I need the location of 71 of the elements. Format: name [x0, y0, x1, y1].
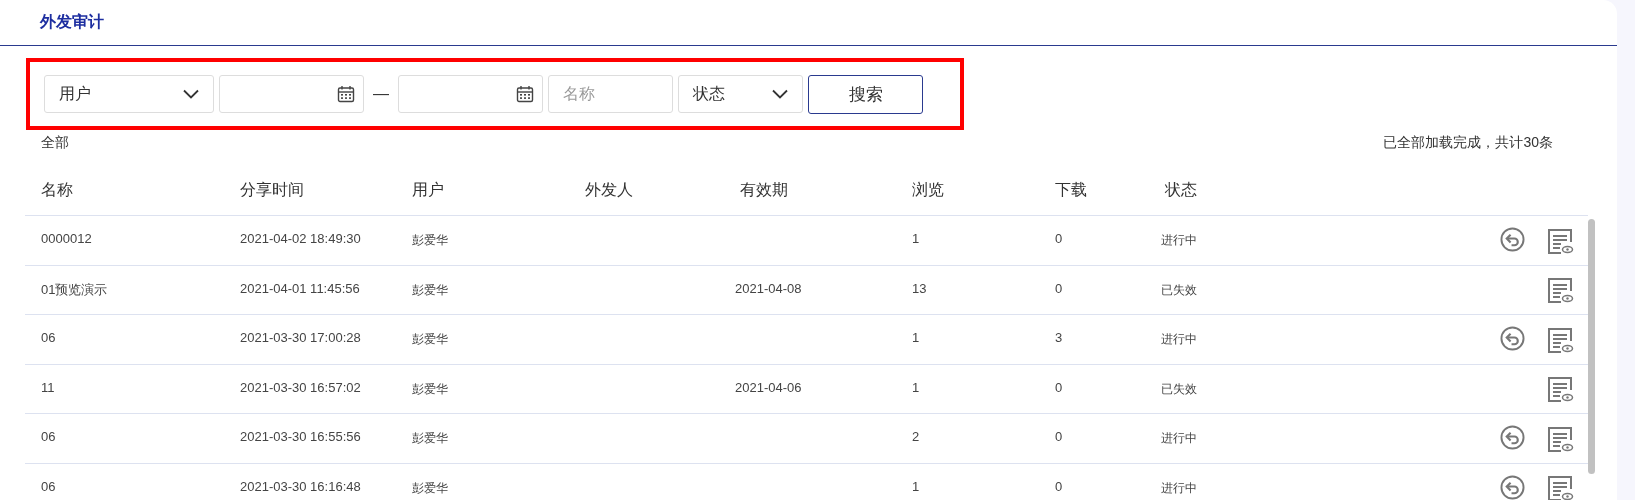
table-cell: 06 — [41, 429, 56, 444]
end-date-field[interactable] — [398, 75, 543, 113]
chevron-down-icon — [183, 89, 199, 99]
table-cell: 彭爱华 — [412, 232, 448, 249]
document-view-icon[interactable] — [1547, 276, 1574, 304]
table-cell: 2021-04-01 11:45:56 — [240, 280, 360, 296]
table-cell: 已失效 — [1161, 380, 1197, 398]
table-cell: 2021-03-30 16:55:56 — [240, 429, 361, 444]
start-date-field[interactable] — [219, 75, 364, 113]
page-title: 外发审计 — [40, 12, 104, 32]
document-view-icon[interactable] — [1547, 425, 1574, 453]
document-view-icon[interactable] — [1547, 375, 1574, 403]
table-cell: 1 — [912, 379, 920, 395]
status-dropdown[interactable]: 状态 — [678, 75, 803, 113]
table-cell: 已失效 — [1161, 281, 1197, 299]
table-cell: 2021-04-08 — [735, 280, 802, 296]
table-cell: 2021-04-02 18:49:30 — [240, 231, 361, 246]
document-view-icon[interactable] — [1547, 227, 1574, 255]
table-cell: 彭爱华 — [412, 430, 448, 447]
table-cell: 2021-04-06 — [735, 379, 802, 395]
table-cell: 2021-03-30 16:16:48 — [240, 478, 361, 494]
undo-icon[interactable] — [1500, 326, 1525, 351]
date-separator: — — [373, 85, 389, 103]
table-cell: 2 — [912, 429, 920, 444]
table-cell: 01预览演示 — [41, 280, 108, 299]
column-header: 分享时间 — [240, 180, 304, 200]
table-cell: 0 — [1055, 231, 1063, 246]
table-cell: 3 — [1055, 330, 1063, 345]
undo-icon[interactable] — [1500, 425, 1525, 450]
scrollbar[interactable] — [1588, 219, 1595, 474]
column-header: 用户 — [412, 180, 444, 200]
table-cell: 彭爱华 — [412, 281, 448, 299]
column-header: 名称 — [41, 180, 73, 200]
chevron-down-icon — [772, 89, 788, 99]
table-cell: 0 — [1055, 478, 1063, 494]
user-dropdown[interactable]: 用户 — [44, 75, 214, 113]
calendar-icon[interactable] — [337, 85, 355, 103]
column-header: 下载 — [1055, 180, 1087, 200]
table-cell: 进行中 — [1161, 430, 1197, 447]
table-cell: 0 — [1055, 429, 1063, 444]
table-cell: 彭爱华 — [412, 380, 448, 398]
table-cell: 进行中 — [1161, 232, 1197, 249]
table-cell: 彭爱华 — [412, 479, 448, 497]
table-cell: 1 — [912, 478, 920, 494]
column-header: 有效期 — [740, 180, 788, 200]
undo-icon[interactable] — [1500, 474, 1525, 500]
column-header: 状态 — [1165, 180, 1197, 200]
table-cell: 06 — [41, 330, 56, 345]
search-button[interactable]: 搜索 — [808, 74, 923, 114]
table-cell: 11 — [41, 379, 55, 395]
table-cell: 2021-03-30 17:00:28 — [240, 330, 361, 345]
calendar-icon[interactable] — [516, 85, 534, 103]
document-view-icon[interactable] — [1547, 326, 1574, 354]
undo-icon[interactable] — [1500, 227, 1525, 252]
scope-label: 全部 — [41, 134, 69, 152]
table-cell: 0000012 — [41, 231, 92, 246]
table-cell: 进行中 — [1161, 331, 1197, 348]
load-status: 已全部加载完成，共计30条 — [1383, 134, 1553, 152]
table-cell: 1 — [912, 231, 920, 246]
column-header: 浏览 — [912, 180, 944, 200]
table-cell: 进行中 — [1161, 479, 1197, 497]
table-cell: 1 — [912, 330, 920, 345]
table-cell: 0 — [1055, 379, 1063, 395]
table-cell: 2021-03-30 16:57:02 — [240, 379, 361, 395]
table-cell: 彭爱华 — [412, 331, 448, 348]
table-cell: 0 — [1055, 280, 1063, 296]
document-view-icon[interactable] — [1547, 475, 1574, 500]
table-cell: 06 — [41, 478, 56, 494]
name-field[interactable]: 名称 — [548, 75, 673, 113]
column-header: 外发人 — [585, 180, 633, 200]
table-cell: 13 — [912, 280, 927, 296]
